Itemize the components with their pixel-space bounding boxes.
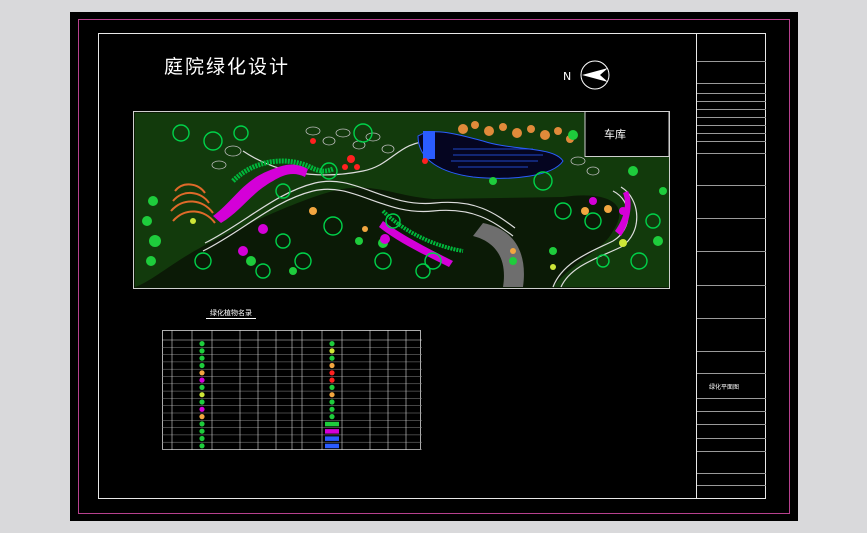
drawing-title: 庭院绿化设计	[164, 56, 291, 78]
legend-symbol	[329, 414, 335, 420]
legend-symbol	[329, 384, 335, 390]
title-block: 绿化平面图	[696, 33, 766, 499]
garden-plan	[133, 111, 670, 289]
legend-symbol	[329, 406, 335, 412]
legend-symbol	[325, 429, 339, 434]
legend-symbol	[199, 421, 205, 427]
legend-symbol	[199, 355, 205, 361]
legend-symbol	[325, 443, 339, 449]
legend-symbol	[329, 399, 335, 405]
legend-symbol	[329, 377, 335, 383]
legend-symbol	[325, 421, 339, 427]
legend-symbol	[199, 406, 205, 412]
legend-symbol	[199, 443, 205, 449]
legend-symbol	[199, 428, 205, 434]
legend-symbol	[329, 348, 335, 354]
legend-symbol	[199, 341, 205, 347]
legend-symbol	[199, 435, 205, 442]
legend-symbol	[329, 392, 335, 398]
legend-symbol	[199, 377, 205, 383]
water-feature	[423, 131, 435, 159]
north-label: N	[563, 70, 572, 83]
legend-symbol	[199, 392, 205, 398]
legend-symbol	[199, 384, 205, 390]
legend-symbol	[329, 341, 335, 347]
legend-symbol	[199, 362, 205, 369]
drawing-sheet: 庭院绿化设计 N 车库 绿化植物名录 绿化平面图	[70, 12, 798, 521]
legend-symbol	[329, 362, 335, 369]
drawing-name: 绿化平面图	[709, 384, 740, 391]
garage-label: 车库	[604, 128, 626, 141]
legend-symbol	[329, 370, 335, 376]
legend-symbol	[199, 414, 205, 420]
north-arrow-icon	[580, 60, 610, 90]
legend-symbol	[199, 399, 205, 405]
legend-symbol	[325, 436, 339, 441]
legend-symbol	[329, 355, 335, 361]
legend-symbol	[199, 348, 205, 354]
plant-list-table	[162, 330, 422, 450]
legend-symbol	[199, 370, 205, 376]
legend-title: 绿化植物名录	[206, 308, 256, 319]
garage-box	[584, 111, 670, 157]
